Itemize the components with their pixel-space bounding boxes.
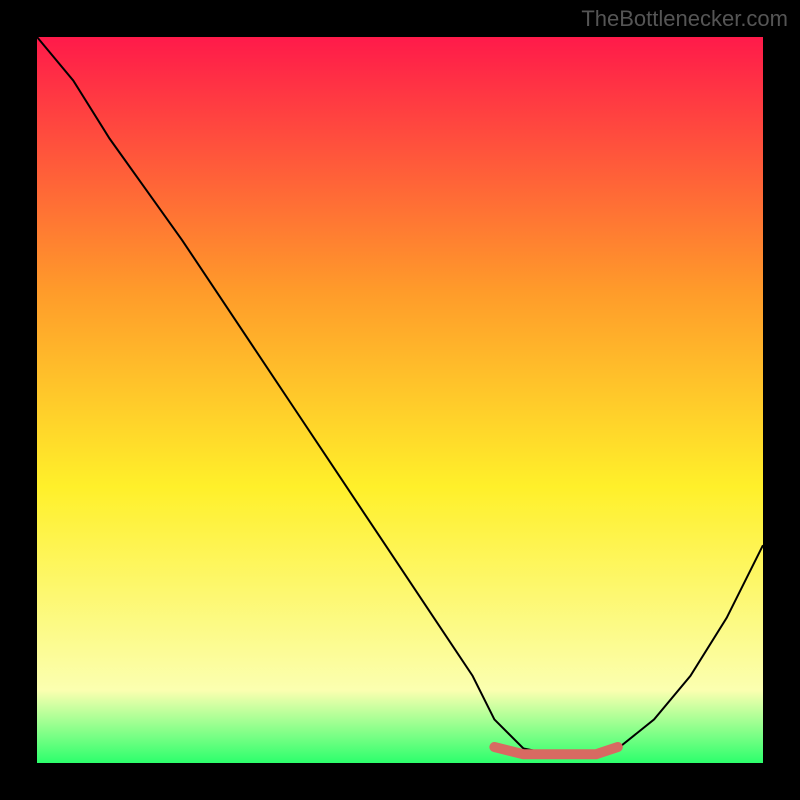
chart-container: TheBottlenecker.com	[0, 0, 800, 800]
gradient-background	[37, 37, 763, 763]
plot-area	[37, 37, 763, 763]
watermark-text: TheBottlenecker.com	[581, 6, 788, 32]
chart-svg	[37, 37, 763, 763]
